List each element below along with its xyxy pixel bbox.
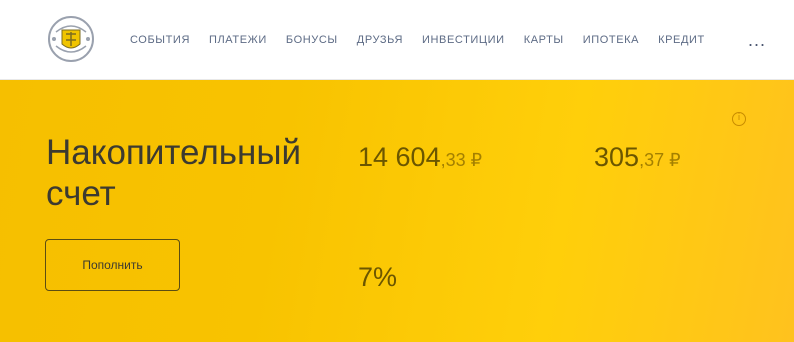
account-name: Накопительный счет — [46, 133, 302, 213]
info-icon[interactable]: i — [732, 112, 746, 126]
main-nav: События Платежи Бонусы Друзья Инвестиции… — [130, 34, 705, 46]
nav-item-mortgage[interactable]: Ипотека — [583, 34, 639, 46]
nav-item-credit[interactable]: Кредит — [658, 34, 705, 46]
account-type-caption — [46, 117, 196, 127]
nav-item-payments[interactable]: Платежи — [209, 34, 267, 46]
balance-caption — [358, 117, 418, 127]
nav-item-events[interactable]: События — [130, 34, 190, 46]
balance-amount-fraction: ,33 ₽ — [440, 150, 483, 170]
top-navigation-bar: События Платежи Бонусы Друзья Инвестиции… — [0, 0, 794, 80]
more-menu-icon[interactable]: ... — [748, 31, 766, 49]
interest-caption — [594, 117, 714, 127]
nav-item-investments[interactable]: Инвестиции — [422, 34, 505, 46]
interest-amount-fraction: ,37 ₽ — [639, 150, 681, 170]
interest-amount-main: 305 — [594, 142, 640, 172]
nav-item-friends[interactable]: Друзья — [357, 34, 403, 46]
bank-logo-icon[interactable] — [46, 14, 96, 64]
nav-item-bonuses[interactable]: Бонусы — [286, 34, 338, 46]
interest-amount: 305,37 ₽ — [594, 142, 681, 175]
balance-amount: 14 604,33 ₽ — [358, 142, 482, 175]
balance-amount-main: 14 604 — [358, 142, 441, 172]
nav-item-cards[interactable]: Карты — [524, 34, 564, 46]
account-summary-panel: Накопительный счет 14 604,33 ₽ i 305,37 … — [0, 80, 794, 342]
interest-rate: 7% — [358, 262, 398, 292]
top-up-button[interactable]: Пополнить — [45, 239, 180, 291]
rate-caption — [358, 238, 398, 248]
